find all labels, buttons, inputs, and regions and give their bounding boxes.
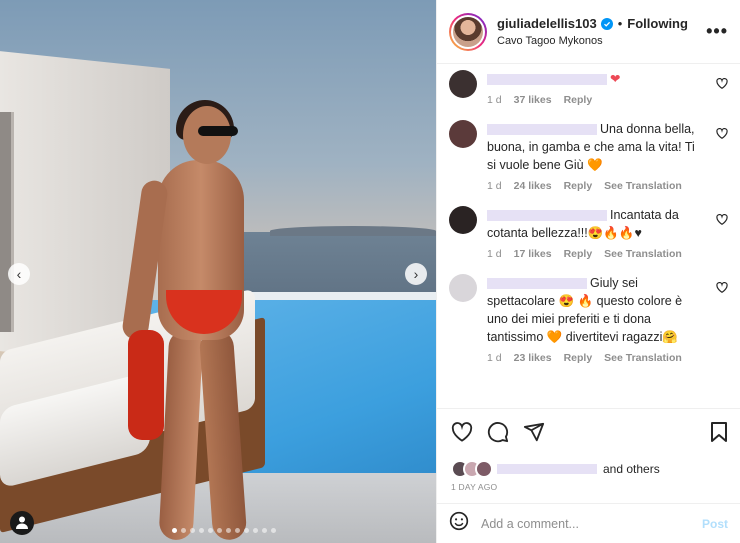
comment-text: Giuly sei spettacolare 😍 🔥 questo colore… [487,274,706,346]
photo-window [0,112,14,332]
carousel-dot [181,528,186,533]
commenter-avatar[interactable] [449,206,477,234]
carousel-dot [235,528,240,533]
comment-likes[interactable]: 17 likes [514,248,552,260]
following-button[interactable]: Following [627,16,688,31]
comment-item: Giuly sei spettacolare 😍 🔥 questo colore… [449,274,728,364]
comment-emoji: ❤ [610,72,621,86]
see-translation-button[interactable]: See Translation [604,352,682,364]
comment-like-heart-icon[interactable] [716,76,728,94]
carousel-prev-button[interactable]: ‹ [8,263,30,285]
post-location[interactable]: Cavo Tagoo Mykonos [497,35,706,47]
post-modal: ‹ › giuliadelellis103 • Following Cavo T… [0,0,740,543]
post-header: giuliadelellis103 • Following Cavo Tagoo… [437,0,740,64]
liked-by-names-redacted [497,464,597,474]
comment-item: Una donna bella, buona, in gamba e che a… [449,120,728,192]
post-actions: and others 1 DAY AGO [437,408,740,492]
post-photo[interactable]: ‹ › [0,0,436,543]
share-send-icon[interactable] [523,421,545,448]
comment-likes[interactable]: 23 likes [514,352,552,364]
comment-item: ❤ 1 d 37 likes Reply [449,70,728,106]
emoji-picker-icon[interactable] [449,511,469,536]
photo-person [120,100,278,541]
commenter-username-redacted[interactable] [487,210,607,222]
see-translation-button[interactable]: See Translation [604,180,682,192]
carousel-next-button[interactable]: › [405,263,427,285]
commenter-username-redacted[interactable] [487,278,587,290]
carousel-dot [271,528,276,533]
commenter-avatar[interactable] [449,274,477,302]
carousel-dot [226,528,231,533]
liked-by-avatars [451,460,493,478]
carousel-dot [262,528,267,533]
carousel-dot [172,528,177,533]
verified-badge-icon [600,17,613,30]
carousel-dot [190,528,195,533]
carousel-dot [253,528,258,533]
save-bookmark-icon[interactable] [710,421,728,448]
comment-reply-button[interactable]: Reply [564,94,593,106]
comment-composer: Post [437,503,740,543]
post-timestamp: 1 DAY AGO [451,482,498,492]
commenter-username-redacted[interactable] [487,124,597,136]
comment-text: Una donna bella, buona, in gamba e che a… [487,120,706,174]
comments-list: ❤ 1 d 37 likes Reply Una donna bella, buona,… [437,64,740,408]
comment-likes[interactable]: 37 likes [514,94,552,106]
commenter-avatar[interactable] [449,120,477,148]
like-heart-icon[interactable] [451,422,473,447]
see-translation-button[interactable]: See Translation [604,248,682,260]
comment-item: Incantata da cotanta bellezza!!!😍🔥🔥♥ 1 d 1… [449,206,728,260]
more-options-icon[interactable]: ••• [706,21,728,42]
commenter-avatar[interactable] [449,70,477,98]
comment-age: 1 d [487,352,502,364]
author-username[interactable]: giuliadelellis103 [497,16,597,31]
author-avatar[interactable] [449,12,487,51]
comment-reply-button[interactable]: Reply [564,352,593,364]
carousel-dot [199,528,204,533]
commenter-username-redacted[interactable] [487,74,607,86]
carousel-dot [217,528,222,533]
header-separator: • [617,16,623,31]
comment-reply-button[interactable]: Reply [564,248,593,260]
comment-like-heart-icon[interactable] [716,280,728,298]
comment-text: ❤ [487,70,706,88]
post-side-panel: giuliadelellis103 • Following Cavo Tagoo… [436,0,740,543]
post-comment-button[interactable]: Post [702,517,728,531]
carousel-dots [172,528,276,533]
comment-bubble-icon[interactable] [487,421,509,448]
comment-age: 1 d [487,248,502,260]
comment-input[interactable] [481,516,702,531]
tagged-users-icon[interactable] [10,511,34,535]
comment-likes[interactable]: 24 likes [514,180,552,192]
liked-by-others[interactable]: and others [603,462,660,476]
photo-hill [270,226,436,236]
liked-by-row[interactable]: and others [451,460,728,478]
comment-like-heart-icon[interactable] [716,126,728,144]
carousel-dot [208,528,213,533]
comment-age: 1 d [487,180,502,192]
comment-text: Incantata da cotanta bellezza!!!😍🔥🔥♥ [487,206,706,242]
comment-like-heart-icon[interactable] [716,212,728,230]
carousel-dot [244,528,249,533]
comment-reply-button[interactable]: Reply [564,180,593,192]
comment-age: 1 d [487,94,502,106]
